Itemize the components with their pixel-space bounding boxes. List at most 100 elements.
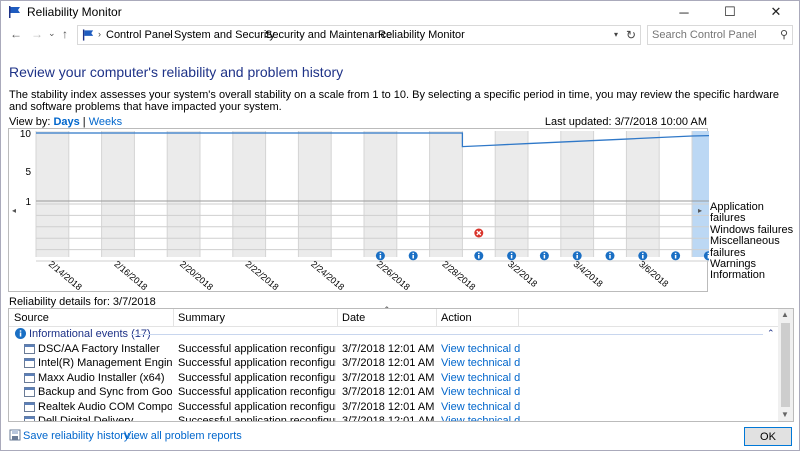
view-all-problem-reports-link[interactable]: View all problem reports [124, 430, 242, 442]
chevron-down-icon[interactable]: ▾ [614, 30, 618, 39]
cell-source: Intel(R) Management Engine Com... [38, 357, 172, 370]
info-icon[interactable] [671, 251, 681, 261]
cell-summary: Successful application reconfiguration [178, 415, 336, 422]
cell-date: 3/7/2018 12:01 AM [342, 371, 434, 384]
forward-arrow-icon[interactable]: → [31, 27, 43, 41]
reliability-chart[interactable]: 10 5 1 2/14/2018 2/16/2018 2/20/2018 2/22/2018… [8, 128, 709, 293]
view-by-weeks-link[interactable]: Weeks [89, 116, 122, 128]
view-by-separator: | [82, 116, 86, 128]
x-date-label: 2/20/2018 [178, 259, 215, 292]
table-row[interactable]: DSC/AA Factory Installer Successful appli… [9, 342, 779, 356]
breadcrumb-security-and-maintenance[interactable]: Security and Maintenance [265, 29, 392, 41]
cell-action[interactable]: View technical d... [441, 357, 521, 369]
chart-scroll-right-icon[interactable]: ▸ [698, 206, 702, 215]
maximize-button[interactable]: ☐ [707, 1, 753, 23]
address-bar[interactable]: › Control Panel › System and Security › … [77, 25, 641, 45]
column-divider [173, 309, 174, 327]
cell-date: 3/7/2018 12:01 AM [342, 400, 434, 413]
scroll-down-icon[interactable]: ▼ [781, 410, 789, 419]
application-icon [24, 344, 35, 354]
back-arrow-icon[interactable]: ← [10, 27, 22, 41]
last-updated: Last updated: 3/7/2018 10:00 AM [544, 116, 707, 128]
cell-source: Maxx Audio Installer (x64) [38, 371, 165, 384]
save-reliability-history-link[interactable]: Save reliability history... [23, 430, 138, 442]
cell-source: DSC/AA Factory Installer [38, 343, 160, 355]
breadcrumb-reliability-monitor[interactable]: Reliability Monitor [378, 29, 465, 41]
column-header-summary[interactable]: Summary [178, 312, 225, 324]
cell-action[interactable]: View technical d... [441, 386, 521, 398]
cell-source: Realtek Audio COM Components [38, 400, 172, 413]
cell-date: 3/7/2018 12:01 AM [342, 386, 434, 399]
save-icon [9, 429, 21, 441]
x-date-label: 3/4/2018 [572, 259, 605, 289]
cell-action[interactable]: View technical d... [441, 343, 521, 355]
title-bar: Reliability Monitor ─ ☐ ✕ [1, 1, 799, 23]
table-row[interactable]: Backup and Sync from Google Successful ap… [9, 385, 779, 399]
address-row: ← → ⌄ ↑ › Control Panel › System and Sec… [1, 23, 799, 47]
view-by-days-link[interactable]: Days [53, 116, 79, 128]
scroll-up-icon[interactable]: ▲ [781, 310, 789, 319]
info-icon [15, 328, 26, 339]
cell-action[interactable]: View technical d... [441, 372, 521, 384]
reliability-chart-svg[interactable]: 10 5 1 2/14/2018 2/16/2018 2/20/2018 2/22/2018… [9, 129, 709, 293]
breadcrumb-separator: › [168, 29, 171, 39]
view-technical-details-link[interactable]: View technical d... [441, 343, 521, 355]
info-icon[interactable] [605, 251, 615, 261]
x-date-label: 3/6/2018 [637, 259, 670, 289]
details-grid: Source Summary Date Action Informational… [8, 308, 794, 422]
details-scrollbar[interactable]: ▲ ▼ [778, 309, 793, 421]
column-header-date[interactable]: Date [342, 312, 365, 324]
minimize-button[interactable]: ─ [661, 1, 707, 23]
breadcrumb-separator: › [370, 29, 373, 39]
details-label: Reliability details for: 3/7/2018 [9, 296, 156, 308]
cell-date: 3/7/2018 12:01 AM [342, 343, 434, 355]
view-technical-details-link[interactable]: View technical d... [441, 386, 521, 398]
view-technical-details-link[interactable]: View technical d... [441, 415, 521, 421]
column-header-source[interactable]: Source [14, 312, 49, 324]
info-icon[interactable] [539, 251, 549, 261]
x-date-label: 2/16/2018 [112, 259, 149, 292]
cell-source: Backup and Sync from Google [38, 386, 172, 399]
group-informational-events[interactable]: Informational events (17) ⌃ [9, 327, 779, 341]
cell-action[interactable]: View technical d... [441, 415, 521, 421]
legend-application-failures: Application failures [710, 201, 764, 225]
column-divider [337, 309, 338, 327]
refresh-icon[interactable]: ↻ [626, 28, 636, 42]
view-technical-details-link[interactable]: View technical d... [441, 372, 521, 384]
y-tick-label: 10 [20, 129, 32, 140]
control-panel-flag-icon [82, 29, 94, 41]
column-divider [436, 309, 437, 327]
table-row[interactable]: Intel(R) Management Engine Com... Success… [9, 356, 779, 370]
view-by-label: View by: [9, 116, 51, 128]
column-header-action[interactable]: Action [441, 312, 472, 324]
info-icon[interactable] [474, 251, 484, 261]
x-date-label: 2/14/2018 [47, 259, 84, 292]
view-technical-details-link[interactable]: View technical d... [441, 401, 521, 413]
column-divider [518, 309, 519, 327]
cell-date: 3/7/2018 12:01 AM [342, 357, 434, 370]
ok-button[interactable]: OK [744, 427, 792, 446]
recent-locations-icon[interactable]: ⌄ [48, 28, 56, 39]
collapse-caret-icon[interactable]: ⌃ [767, 328, 775, 339]
cell-action[interactable]: View technical d... [441, 401, 521, 413]
error-icon[interactable] [474, 228, 484, 238]
table-row[interactable]: Realtek Audio COM Components Successful a… [9, 400, 779, 414]
cell-summary: Successful application reconfiguration [178, 371, 336, 384]
breadcrumb-control-panel[interactable]: Control Panel [106, 29, 173, 41]
close-button[interactable]: ✕ [753, 1, 799, 23]
chart-scroll-left-icon[interactable]: ◂ [12, 206, 16, 215]
cell-summary: Successful application reconfiguration [178, 343, 336, 355]
legend-miscellaneous-failures: Miscellaneous failures [710, 235, 780, 259]
x-date-label: 2/26/2018 [375, 259, 412, 292]
search-icon[interactable]: ⚲ [780, 28, 788, 41]
up-arrow-icon[interactable]: ↑ [62, 27, 68, 41]
scrollbar-thumb[interactable] [781, 323, 790, 407]
search-input[interactable] [652, 28, 772, 42]
table-row[interactable]: Maxx Audio Installer (x64) Successful app… [9, 371, 779, 385]
view-technical-details-link[interactable]: View technical d... [441, 357, 521, 369]
table-row[interactable]: Dell Digital Delivery Successful applicat… [9, 414, 779, 422]
x-date-label: 2/28/2018 [440, 259, 477, 292]
x-date-label: 2/22/2018 [244, 259, 281, 292]
breadcrumb-separator: › [98, 29, 101, 39]
info-icon[interactable] [408, 251, 418, 261]
